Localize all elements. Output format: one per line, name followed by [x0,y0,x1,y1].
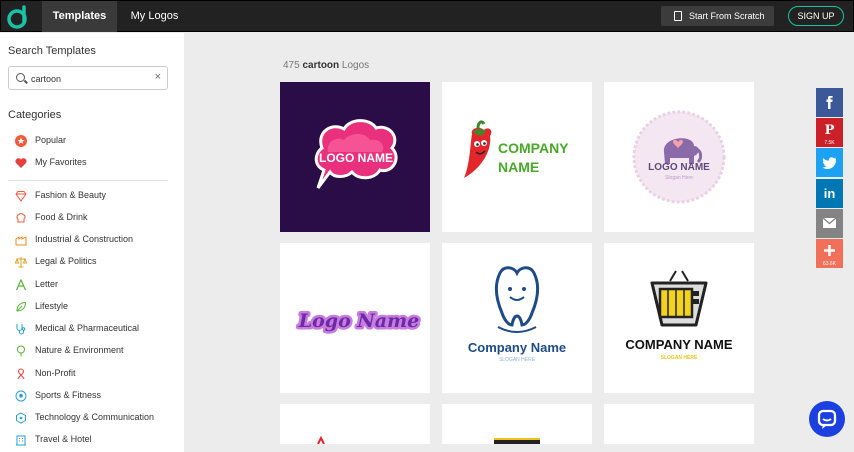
share-email-button[interactable] [816,209,843,238]
share-facebook-button[interactable] [816,88,843,117]
logo-card[interactable]: Logo Name Logo Name [280,243,430,393]
logo-card[interactable]: COMPANY NAME SLOGAN HERE [604,243,754,393]
tree-icon [17,345,25,357]
logo-slogan: Slogan Here [665,175,693,181]
logo-preview [494,438,540,444]
logo-preview: Company Name SLOGAN HERE [468,266,566,363]
start-from-scratch-button[interactable]: Start From Scratch [661,6,774,26]
stethoscope-icon [16,324,26,335]
svg-text:P: P [825,123,835,138]
ribbon-icon [17,368,25,380]
pinterest-share-count: 7.5K [824,140,835,146]
logo-text: COMPANY [498,140,569,156]
diamond-icon [15,191,27,202]
star-circle-icon [15,135,27,147]
document-icon [674,11,682,21]
network-icon [16,412,26,424]
logo-preview: COMPANY NAME SLOGAN HERE [625,270,733,361]
linkedin-icon: in [824,186,836,201]
category-label: My Favorites [35,157,87,167]
facebook-icon [826,96,833,109]
share-more-button[interactable]: 63.6K [816,239,843,268]
share-pinterest-button[interactable]: P 7.5K [816,118,843,147]
category-label: Popular [35,135,67,145]
clear-search-icon[interactable]: × [155,71,161,83]
soccer-ball-icon [15,390,27,402]
hotel-icon [16,435,26,446]
total-share-count: 63.6K [822,261,837,267]
search-box: × [8,66,168,90]
logo-text: LOGO NAME [648,162,710,173]
category-label: Non-Profit [35,368,76,378]
logo-slogan: SLOGAN HERE [499,357,536,363]
category-label: Fashion & Beauty [35,190,107,200]
svg-text:in: in [824,186,836,201]
results-count: 475 cartoon Logos [283,60,369,71]
results-number: 475 [283,60,300,71]
email-icon [822,217,837,228]
logo-card[interactable]: LOGO NAME Slogan Here [604,82,754,232]
app-logo-icon[interactable] [5,5,29,29]
category-label: Letter [35,279,59,289]
search-templates-heading: Search Templates [8,45,96,57]
results-suffix: Logos [341,60,370,71]
category-label: Legal & Politics [35,256,97,266]
logo-card[interactable]: LOGO NAME [280,82,430,232]
chef-hat-icon [16,213,26,223]
logo-card[interactable]: Company Name SLOGAN HERE [442,243,592,393]
heart-icon [15,158,27,168]
logo-card[interactable] [604,404,754,444]
results-query: cartoon [302,60,340,71]
category-label: Industrial & Construction [35,234,134,244]
logo-text: Logo Name [298,310,419,332]
leaf-icon [16,301,27,312]
logo-card[interactable] [280,404,430,445]
logo-card[interactable]: COMPANY NAME [442,82,592,232]
sidebar: Search Templates × Categories Popular My… [0,33,184,452]
category-label: Technology & Communication [35,412,155,422]
logo-preview: COMPANY NAME [464,120,569,178]
factory-icon [15,236,27,246]
search-input[interactable] [31,71,151,86]
share-twitter-button[interactable] [816,148,843,177]
top-bar: Templates My Logos Start From Scratch SI… [0,0,854,32]
tab-templates[interactable]: Templates [42,1,117,32]
letter-a-icon [15,279,27,291]
logo-text: NAME [498,159,539,175]
chat-bubble-icon [817,409,837,429]
logo-card[interactable] [442,404,592,444]
pinterest-icon: P [825,123,835,138]
logo-text: COMPANY NAME [625,337,732,352]
start-from-scratch-label: Start From Scratch [689,11,765,21]
category-label: Travel & Hotel [35,434,92,444]
share-linkedin-button[interactable]: in [816,179,843,208]
category-label: Sports & Fitness [35,390,102,400]
logo-preview: Logo Name Logo Name [295,308,421,335]
chat-button[interactable] [809,401,845,437]
logo-text: Company Name [468,340,566,355]
logo-preview: LOGO NAME [314,119,398,189]
category-label: Medical & Pharmaceutical [35,323,140,333]
tab-my-logos[interactable]: My Logos [117,1,192,32]
logo-slogan: SLOGAN HERE [661,355,698,361]
category-label: Lifestyle [35,301,69,311]
category-label: Nature & Environment [35,345,124,355]
plus-icon [824,245,835,256]
category-label: Food & Drink [35,212,88,222]
categories-heading: Categories [8,109,62,121]
category-divider [8,180,168,181]
signup-button[interactable]: SIGN UP [788,6,844,26]
scales-icon [15,257,27,268]
twitter-icon [822,157,836,170]
logo-preview [317,435,325,445]
logo-preview: LOGO NAME Slogan Here [632,110,726,204]
search-icon [16,73,25,82]
logo-text: LOGO NAME [319,151,393,165]
